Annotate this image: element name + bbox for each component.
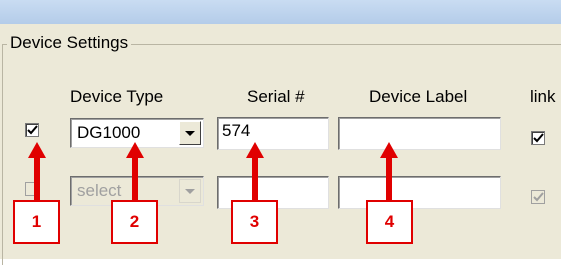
window-top-bar (0, 0, 561, 24)
row1-device-type-dropdown-button[interactable] (179, 121, 201, 145)
marker-3: 3 (231, 200, 278, 244)
checkmark-icon (533, 133, 544, 143)
header-device-type: Device Type (70, 87, 164, 106)
checkmark-icon (533, 192, 544, 202)
row1-link-checkbox[interactable] (531, 131, 545, 145)
checkmark-icon (27, 125, 38, 135)
marker-4: 4 (366, 200, 413, 244)
row2-device-label-input[interactable] (338, 176, 501, 209)
row2-device-type-value: select (77, 181, 122, 200)
arrow-up-icon (246, 142, 264, 200)
header-device-label: Device Label (369, 87, 468, 106)
header-serial: Serial # (247, 87, 305, 106)
row1-serial-input[interactable]: 574 (217, 117, 329, 150)
row2-link-checkbox[interactable] (531, 190, 545, 204)
arrow-up-icon (380, 142, 398, 200)
header-link: link (530, 87, 556, 106)
row1-enable-checkbox[interactable] (25, 123, 39, 137)
chevron-down-icon (185, 189, 195, 194)
row2-device-type-dropdown-button[interactable] (179, 179, 201, 203)
chevron-down-icon (185, 131, 195, 136)
device-settings-group (2, 44, 561, 265)
row1-device-label-input[interactable] (338, 117, 501, 150)
arrow-up-icon (126, 142, 144, 200)
marker-2: 2 (111, 200, 158, 244)
marker-1: 1 (13, 200, 60, 244)
arrow-up-icon (28, 142, 46, 200)
group-title: Device Settings (7, 33, 132, 53)
